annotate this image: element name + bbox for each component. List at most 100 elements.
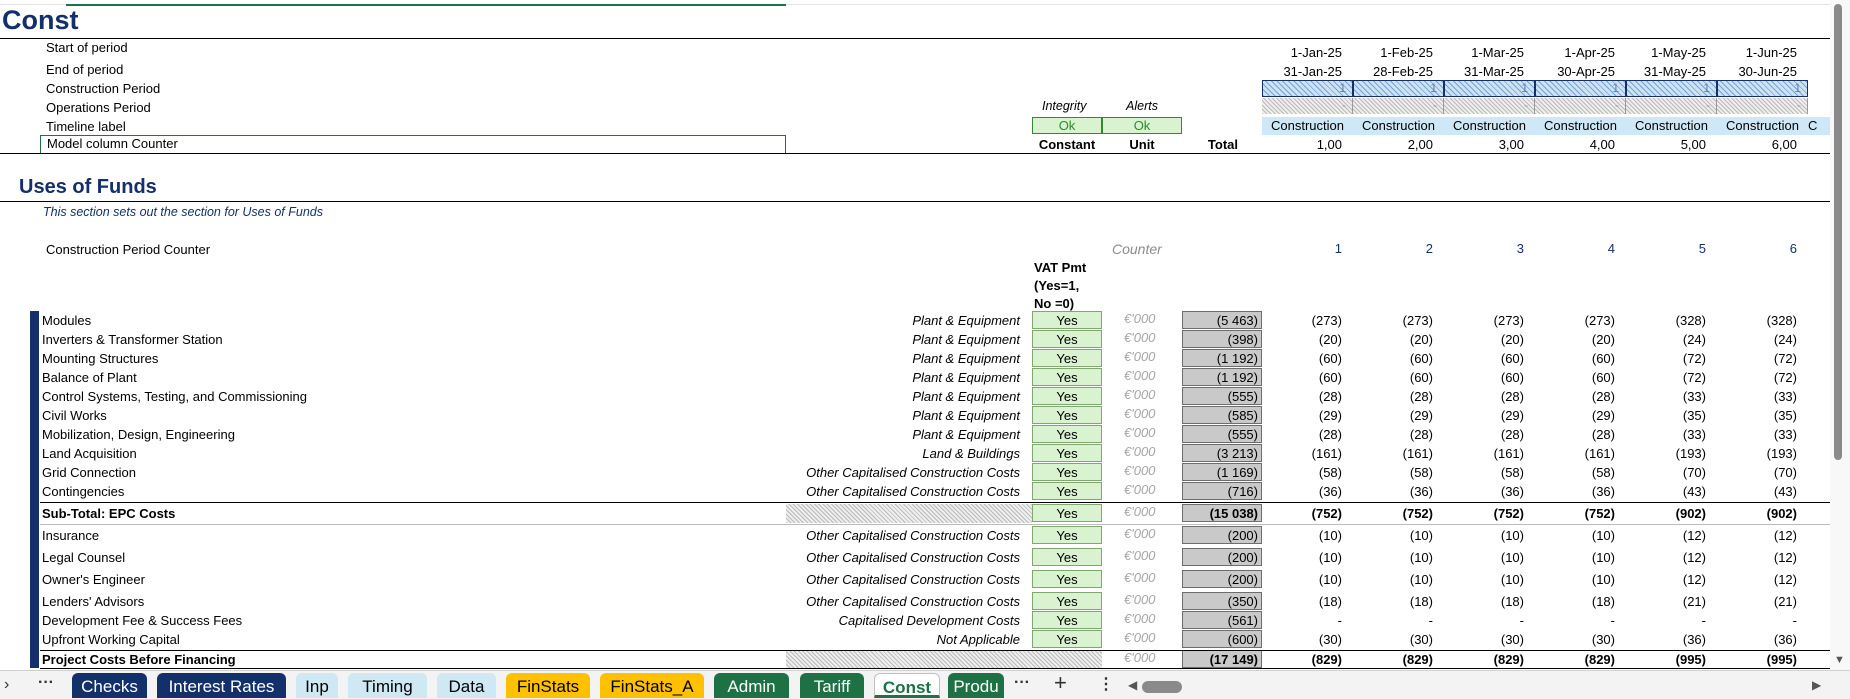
total-cell[interactable]: (398) [1182,330,1262,348]
total-header: Total [1207,137,1238,152]
vat-flag-cell[interactable]: Yes [1032,368,1102,386]
tabs-overflow-icon[interactable]: ··· [1014,674,1030,692]
vat-flag-cell[interactable]: Yes [1032,548,1102,566]
construction-period-flag: 1 [1717,80,1808,97]
plus-icon[interactable]: + [1054,670,1067,696]
vat-flag-cell[interactable]: Yes [1032,425,1102,443]
vertical-scrollbar-thumb[interactable] [1834,4,1842,460]
more-horizontal-icon[interactable]: ··· [38,674,54,692]
total-cell[interactable]: (1 169) [1182,463,1262,481]
total-cell[interactable]: (1 192) [1182,368,1262,386]
period-value: (35) [1682,408,1706,423]
header-underline [0,153,1830,154]
total-cell[interactable]: (350) [1182,592,1262,610]
construction-period-flag: 1 [1444,80,1535,97]
sheet-tab-interest-rates[interactable]: Interest Rates [157,673,286,698]
vat-flag-cell[interactable]: Yes [1032,611,1102,629]
period-value: (24) [1773,332,1797,347]
integrity-label: Integrity [1042,99,1087,113]
row-category: Plant & Equipment [912,332,1020,347]
scroll-right-icon[interactable]: ▶ [1812,678,1821,692]
unit-cell: €'000 [1124,406,1156,421]
period-value: (12) [1682,550,1706,565]
sheet-tab-const[interactable]: Const [874,673,940,698]
period-value: (829) [1493,652,1524,667]
unit-cell: €'000 [1124,650,1156,665]
vat-flag-cell[interactable]: Yes [1032,349,1102,367]
period-end-date: 30-Apr-25 [1557,64,1615,79]
period-value: (58) [1500,465,1524,480]
period-value: - [1701,613,1706,628]
period-start-date: 1-May-25 [1651,45,1706,60]
alerts-status[interactable]: Ok [1102,117,1182,134]
total-cell[interactable]: (200) [1182,526,1262,544]
integrity-status[interactable]: Ok [1032,117,1102,134]
more-vertical-icon[interactable]: ⋮ [1098,674,1114,694]
total-cell[interactable]: (200) [1182,570,1262,588]
vat-flag-cell[interactable]: Yes [1032,482,1102,500]
sheet-tab-checks[interactable]: Checks [72,673,147,698]
row-category: Other Capitalised Construction Costs [806,572,1020,587]
period-value: (193) [1766,446,1797,461]
vat-flag-cell[interactable]: Yes [1032,592,1102,610]
scroll-left-icon[interactable]: ◀ [1128,678,1137,692]
period-value: (30) [1591,632,1615,647]
period-value: (29) [1409,408,1433,423]
period-value: (36) [1318,484,1342,499]
horizontal-scrollbar-thumb[interactable] [1142,681,1182,693]
total-cell[interactable]: (15 038) [1182,504,1262,522]
period-value: (29) [1318,408,1342,423]
sheet-tab-finstats[interactable]: FinStats [506,673,590,698]
vat-flag-cell[interactable]: Yes [1032,630,1102,648]
construction-period-flag: 1 [1626,80,1717,97]
sheet-tab-produ[interactable]: Produ [948,673,1004,698]
sheet-tab-tariff[interactable]: Tariff [800,673,864,698]
vat-flag-cell[interactable]: Yes [1032,387,1102,405]
period-value: (12) [1682,528,1706,543]
total-cell[interactable]: (561) [1182,611,1262,629]
period-value: (28) [1591,389,1615,404]
chevron-right-icon[interactable]: › [4,676,9,694]
scroll-down-icon[interactable]: ▼ [1834,654,1845,666]
total-cell[interactable]: (555) [1182,387,1262,405]
total-cell[interactable]: (585) [1182,406,1262,424]
row-category: Plant & Equipment [912,313,1020,328]
unit-cell: €'000 [1124,311,1156,326]
period-value: (60) [1500,351,1524,366]
total-cell[interactable]: (716) [1182,482,1262,500]
vat-flag-cell[interactable]: Yes [1032,311,1102,329]
total-cell[interactable]: (17 149) [1182,650,1262,668]
sheet-tab-admin[interactable]: Admin [714,673,789,698]
period-value: (33) [1682,389,1706,404]
model-column-counter-cell[interactable]: Model column Counter [40,135,786,154]
row-label: Land Acquisition [42,446,137,461]
sheet-tab-inp[interactable]: Inp [296,673,338,698]
end-of-period-label: End of period [46,62,124,77]
vat-flag-cell[interactable]: Yes [1032,570,1102,588]
row-label: Mobilization, Design, Engineering [42,427,235,442]
timeline-label-cell: Construction [1262,117,1353,135]
sheet-tab-timing[interactable]: Timing [348,673,427,698]
total-cell[interactable]: (3 213) [1182,444,1262,462]
subtotal-top-line [40,502,1830,503]
vat-flag-cell[interactable]: Yes [1032,526,1102,544]
sheet-tab-data[interactable]: Data [437,673,496,698]
period-value: (28) [1500,389,1524,404]
vat-header-line1: VAT Pmt [1034,260,1087,275]
vat-flag-cell[interactable]: Yes [1032,444,1102,462]
vat-flag-cell[interactable]: Yes [1032,406,1102,424]
vat-flag-cell[interactable]: Yes [1032,504,1102,522]
total-cell[interactable]: (555) [1182,425,1262,443]
total-cell[interactable]: (600) [1182,630,1262,648]
period-start-date: 1-Mar-25 [1471,45,1524,60]
period-value: (58) [1318,465,1342,480]
total-cell[interactable]: (1 192) [1182,349,1262,367]
period-value: (72) [1773,351,1797,366]
vat-flag-cell[interactable]: Yes [1032,330,1102,348]
sheet-tab-finstats-a[interactable]: FinStats_A [600,673,704,698]
vat-flag-cell[interactable]: Yes [1032,463,1102,481]
total-cell[interactable]: (5 463) [1182,311,1262,329]
period-counter-value: 1 [1334,241,1342,256]
total-cell[interactable]: (200) [1182,548,1262,566]
period-counter-value: 6 [1789,241,1797,256]
